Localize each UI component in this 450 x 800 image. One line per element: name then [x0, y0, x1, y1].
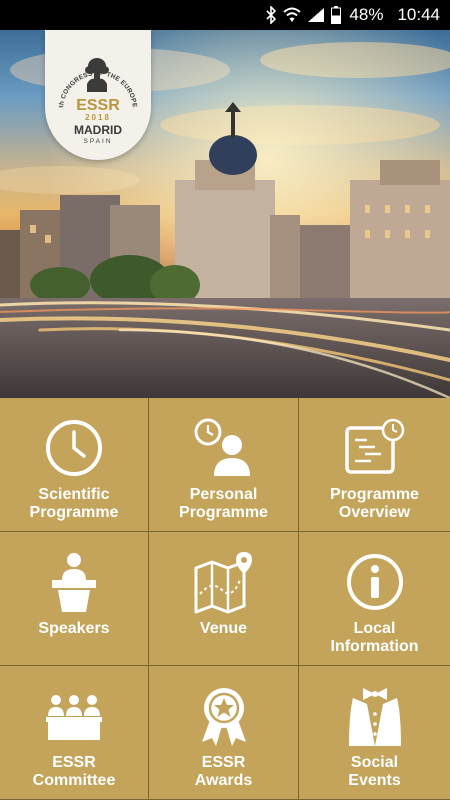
menu-label: Social Events: [348, 754, 401, 789]
menu-venue[interactable]: Venue: [149, 532, 299, 666]
map-pin-icon: [192, 550, 256, 614]
menu-label: ESSR Awards: [194, 754, 253, 789]
award-ribbon-icon: [192, 684, 256, 748]
committee-icon: [42, 684, 106, 748]
menu-label: Speakers: [38, 620, 110, 637]
menu-label: Local Information: [330, 620, 419, 655]
logo-acronym: ESSR: [76, 97, 120, 114]
menu-speakers[interactable]: Speakers: [0, 532, 149, 666]
menu-essr-committee[interactable]: ESSR Committee: [0, 666, 149, 800]
menu-label: Scientific Programme: [29, 486, 119, 521]
info-icon: [343, 550, 407, 614]
signal-icon: [308, 8, 325, 22]
battery-icon: [331, 6, 342, 24]
menu-local-information[interactable]: Local Information: [299, 532, 450, 666]
hero-image: th CONGRESS OF THE EUROPEAN SOCIETY FOR …: [0, 30, 450, 398]
wifi-icon: [283, 7, 302, 22]
person-clock-icon: [192, 416, 256, 480]
battery-percentage: 48%: [349, 5, 384, 24]
menu-social-events[interactable]: Social Events: [299, 666, 450, 800]
menu-label: Personal Programme: [179, 486, 268, 521]
status-bar: 48% 10:44: [0, 0, 450, 30]
menu-label: ESSR Committee: [32, 754, 116, 789]
menu-label: Programme Overview: [330, 486, 419, 521]
menu-personal-programme[interactable]: Personal Programme: [149, 398, 299, 532]
essr-logo: th CONGRESS OF THE EUROPEAN SOCIETY FOR …: [42, 30, 151, 160]
bluetooth-icon: [266, 6, 277, 24]
clock: 10:44: [397, 5, 440, 24]
menu-essr-awards[interactable]: ESSR Awards: [149, 666, 299, 800]
menu-programme-overview[interactable]: Programme Overview: [299, 398, 450, 532]
logo-city: MADRID: [74, 123, 122, 137]
logo-country: SPAIN: [83, 138, 112, 145]
menu-label: Venue: [199, 620, 248, 637]
main-menu-grid: ScientificProgramme PersonalProgramme: [0, 398, 450, 800]
schedule-board-icon: [343, 416, 407, 480]
logo-year: 2018: [85, 113, 111, 122]
menu-scientific-programme[interactable]: Scientific Programme: [0, 398, 149, 532]
bowtie-tuxedo-icon: [343, 684, 407, 748]
clock-icon: [42, 416, 106, 480]
podium-speaker-icon: [42, 550, 106, 614]
